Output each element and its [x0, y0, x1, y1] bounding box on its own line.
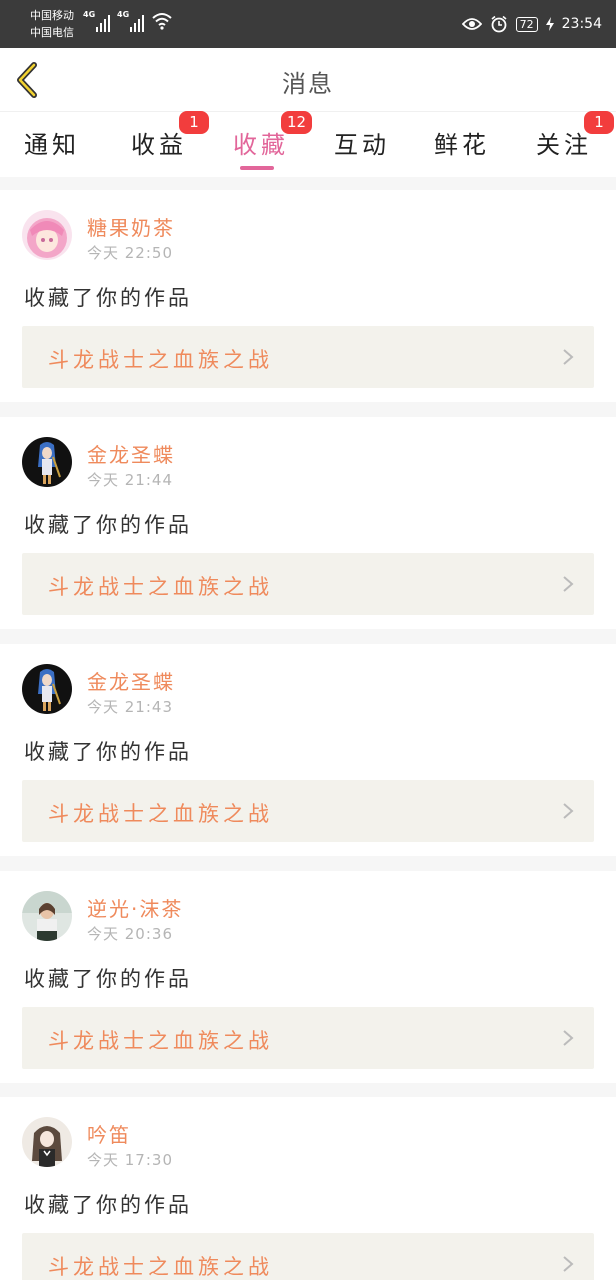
- work-title: 斗龙战士之血族之战: [48, 1255, 273, 1279]
- avatar[interactable]: [22, 437, 72, 487]
- tab-label: 互动: [334, 131, 390, 159]
- timestamp: 今天 21:43: [87, 698, 173, 716]
- message-card: 糖果奶茶 今天 22:50 收藏了你的作品 斗龙战士之血族之战: [0, 190, 616, 402]
- work-link[interactable]: 斗龙战士之血族之战: [22, 1007, 594, 1069]
- timestamp: 今天 17:30: [87, 1151, 173, 1169]
- tab-label: 关注: [536, 131, 592, 159]
- chevron-right-icon: [563, 576, 574, 592]
- page-title: 消息: [282, 70, 334, 98]
- username[interactable]: 吟笛: [87, 1119, 131, 1148]
- eye-icon: [461, 18, 482, 30]
- work-title: 斗龙战士之血族之战: [48, 1029, 273, 1053]
- clock: 23:54: [561, 16, 602, 32]
- avatar[interactable]: [22, 1117, 72, 1167]
- battery-indicator: 72: [515, 16, 538, 32]
- avatar[interactable]: [22, 891, 72, 941]
- carrier-1: 中国移动: [30, 9, 74, 22]
- tab-label: 通知: [24, 131, 80, 159]
- work-title: 斗龙战士之血族之战: [48, 348, 273, 372]
- signal-2-icon: 4G: [117, 10, 144, 32]
- work-link[interactable]: 斗龙战士之血族之战: [22, 326, 594, 388]
- message-text: 收藏了你的作品: [24, 740, 192, 764]
- tab-label: 收益: [131, 131, 187, 159]
- tab-favorites[interactable]: 收藏 12: [233, 111, 313, 160]
- username[interactable]: 金龙圣蝶: [87, 666, 175, 695]
- signal-1-icon: 4G: [83, 10, 110, 32]
- chevron-right-icon: [563, 803, 574, 819]
- timestamp: 今天 20:36: [87, 925, 173, 943]
- work-link[interactable]: 斗龙战士之血族之战: [22, 1233, 594, 1280]
- message-card: 金龙圣蝶 今天 21:43 收藏了你的作品 斗龙战士之血族之战: [0, 644, 616, 856]
- message-text: 收藏了你的作品: [24, 967, 192, 991]
- carrier-2: 中国电信: [30, 26, 74, 39]
- wifi-icon: [152, 13, 172, 30]
- unread-badge: 12: [281, 111, 313, 134]
- message-text: 收藏了你的作品: [24, 513, 192, 537]
- status-bar: 中国移动 中国电信 4G 4G 72 23:54: [0, 0, 616, 48]
- chevron-right-icon: [563, 1030, 574, 1046]
- carrier-info: 中国移动 中国电信: [30, 7, 74, 41]
- tab-label: 鲜花: [434, 131, 490, 159]
- message-card: 金龙圣蝶 今天 21:44 收藏了你的作品 斗龙战士之血族之战: [0, 417, 616, 629]
- username[interactable]: 金龙圣蝶: [87, 439, 175, 468]
- work-title: 斗龙战士之血族之战: [48, 802, 273, 826]
- chevron-right-icon: [563, 1256, 574, 1272]
- message-card: 逆光·沫茶 今天 20:36 收藏了你的作品 斗龙战士之血族之战: [0, 871, 616, 1083]
- tab-flowers[interactable]: 鲜花: [434, 125, 490, 160]
- timestamp: 今天 21:44: [87, 471, 173, 489]
- tab-earnings[interactable]: 收益 1: [131, 111, 209, 160]
- alarm-icon: [491, 15, 507, 33]
- avatar[interactable]: [22, 664, 72, 714]
- unread-badge: 1: [179, 111, 209, 134]
- tab-bar: 通知 收益 1 收藏 12 互动 鲜花 关注 1: [0, 111, 616, 177]
- avatar[interactable]: [22, 210, 72, 260]
- active-tab-indicator: [240, 166, 274, 170]
- chevron-right-icon: [563, 349, 574, 365]
- message-text: 收藏了你的作品: [24, 1193, 192, 1217]
- charging-icon: [545, 17, 554, 31]
- work-title: 斗龙战士之血族之战: [48, 575, 273, 599]
- message-card: 吟笛 今天 17:30 收藏了你的作品 斗龙战士之血族之战: [0, 1097, 616, 1280]
- tab-notifications[interactable]: 通知: [24, 125, 80, 160]
- tab-follows[interactable]: 关注 1: [536, 111, 614, 160]
- tab-interactions[interactable]: 互动: [334, 125, 390, 160]
- message-text: 收藏了你的作品: [24, 286, 192, 310]
- username[interactable]: 糖果奶茶: [87, 212, 175, 241]
- work-link[interactable]: 斗龙战士之血族之战: [22, 553, 594, 615]
- unread-badge: 1: [584, 111, 614, 134]
- timestamp: 今天 22:50: [87, 244, 173, 262]
- status-right: 72 23:54: [461, 10, 602, 38]
- username[interactable]: 逆光·沫茶: [87, 893, 183, 922]
- work-link[interactable]: 斗龙战士之血族之战: [22, 780, 594, 842]
- tab-label: 收藏: [233, 131, 289, 159]
- nav-bar: 消息: [0, 48, 616, 111]
